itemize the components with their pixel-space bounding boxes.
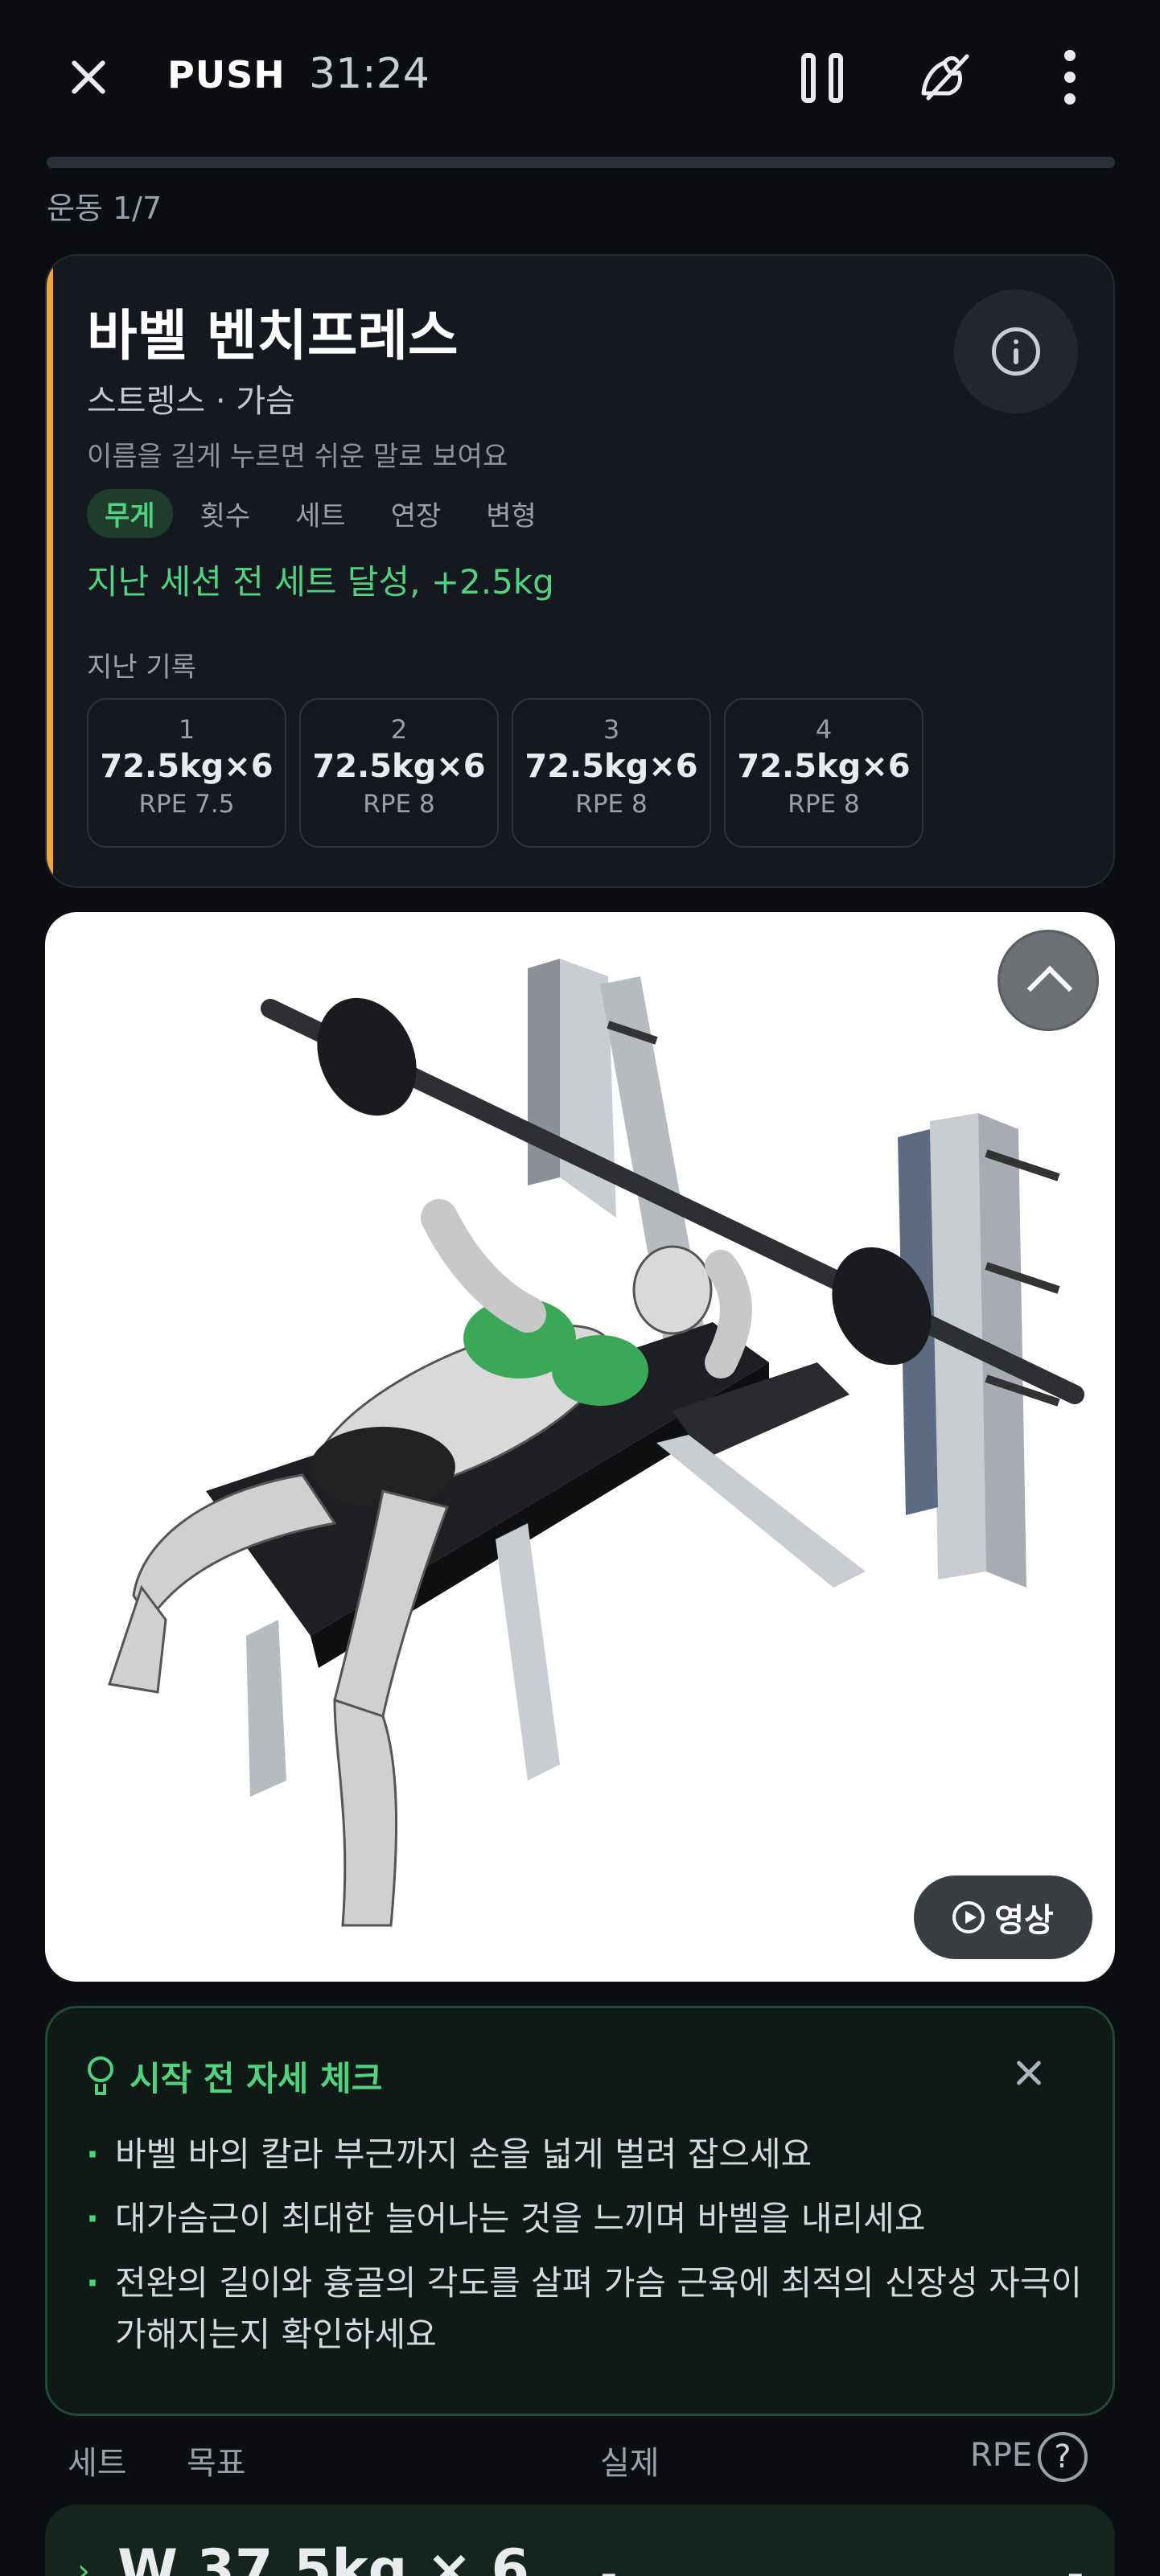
history-item: 4 72.5kg×6 RPE 8 (724, 698, 923, 848)
set-target: W 37.5kg × 6 (117, 2538, 529, 2576)
tips-list: 바벨 바의 칼라 부근까지 손을 넓게 벌려 잡으세요 대가슴근이 최대한 늘어… (86, 2129, 1084, 2373)
history-rpe: RPE 8 (363, 790, 435, 819)
muscle-icon[interactable] (917, 48, 975, 106)
set-actual[interactable]: - (600, 2545, 618, 2576)
exercise-hint: 이름을 길게 누르면 쉬운 말로 보여요 (87, 441, 508, 473)
form-check-card: 시작 전 자세 체크 바벨 바의 칼라 부근까지 손을 넓게 벌려 잡으세요 대… (45, 2006, 1115, 2416)
set-table-header: 세트 목표 실제 RPE ? (0, 2429, 1160, 2485)
col-actual: 실제 (600, 2445, 660, 2482)
history-value: 72.5kg×6 (312, 748, 486, 785)
chip-variation[interactable]: 변형 (468, 489, 554, 538)
history-label: 지난 기록 (87, 651, 196, 684)
chip-extend[interactable]: 연장 (373, 489, 459, 538)
top-bar: PUSH 31:24 (0, 0, 1160, 153)
exercise-name[interactable]: 바벨 벤치프레스 (87, 291, 459, 371)
history-item: 1 72.5kg×6 RPE 7.5 (87, 698, 286, 848)
card-accent-bar (47, 256, 53, 886)
history-item: 3 72.5kg×6 RPE 8 (512, 698, 711, 848)
history-rpe: RPE 8 (788, 790, 860, 819)
info-icon (992, 327, 1040, 376)
history-rpe: RPE 8 (575, 790, 648, 819)
workout-timer: 31:24 (309, 50, 430, 98)
play-icon (952, 1901, 985, 1933)
info-button[interactable] (954, 290, 1078, 413)
chip-reps[interactable]: 횟수 (183, 489, 269, 538)
workout-progress-bar (47, 157, 1115, 168)
history-set-number: 2 (390, 714, 408, 745)
progression-chips: 무게 횟수 세트 연장 변형 (87, 489, 564, 538)
tip-item: 대가슴근이 최대한 늘어나는 것을 느끼며 바벨을 내리세요 (86, 2193, 1084, 2245)
close-icon[interactable] (61, 50, 116, 105)
close-icon[interactable] (1013, 2056, 1045, 2089)
col-rpe: RPE (970, 2437, 1033, 2474)
pause-icon[interactable] (801, 53, 843, 103)
history-rpe: RPE 7.5 (138, 790, 235, 819)
tips-title: 시작 전 자세 체크 (130, 2059, 383, 2098)
set-rpe[interactable]: - (1067, 2545, 1084, 2576)
history-value: 72.5kg×6 (524, 748, 698, 785)
help-icon[interactable]: ? (1038, 2432, 1088, 2482)
chevron-right-icon[interactable]: › (77, 2553, 90, 2576)
exercise-counter: 운동 1/7 (47, 191, 162, 226)
history-set-number: 4 (815, 714, 833, 745)
history-value: 72.5kg×6 (100, 748, 274, 785)
history-set-number: 3 (603, 714, 620, 745)
progression-note: 지난 세션 전 세트 달성, +2.5kg (87, 562, 554, 602)
col-set: 세트 (68, 2445, 127, 2482)
history-list: 1 72.5kg×6 RPE 7.5 2 72.5kg×6 RPE 8 3 72… (87, 698, 923, 848)
bench-press-illustration (108, 959, 1084, 1927)
chip-sets[interactable]: 세트 (278, 489, 364, 538)
more-icon[interactable] (1055, 50, 1084, 105)
lightbulb-icon (86, 2056, 115, 2097)
exercise-category: 스트렝스 · 가슴 (87, 383, 295, 420)
set-row[interactable]: › W 37.5kg × 6 - - (45, 2504, 1115, 2576)
chevron-up-icon[interactable] (998, 930, 1099, 1031)
video-button[interactable]: 영상 (914, 1876, 1092, 1959)
tip-item: 바벨 바의 칼라 부근까지 손을 넓게 벌려 잡으세요 (86, 2129, 1084, 2180)
tips-header: 시작 전 자세 체크 (86, 2052, 382, 2101)
history-item: 2 72.5kg×6 RPE 8 (299, 698, 499, 848)
exercise-illustration: 영상 (45, 912, 1115, 1982)
exercise-card: 바벨 벤치프레스 스트렝스 · 가슴 이름을 길게 누르면 쉬운 말로 보여요 … (45, 254, 1115, 888)
history-value: 72.5kg×6 (737, 748, 911, 785)
chip-weight[interactable]: 무게 (87, 489, 173, 538)
video-button-label: 영상 (994, 1902, 1054, 1939)
workout-title: PUSH (167, 53, 286, 97)
tip-item: 전완의 길이와 흉골의 각도를 살펴 가슴 근육에 최적의 신장성 자극이 가해… (86, 2258, 1084, 2360)
col-target: 목표 (187, 2445, 246, 2482)
history-set-number: 1 (178, 714, 195, 745)
